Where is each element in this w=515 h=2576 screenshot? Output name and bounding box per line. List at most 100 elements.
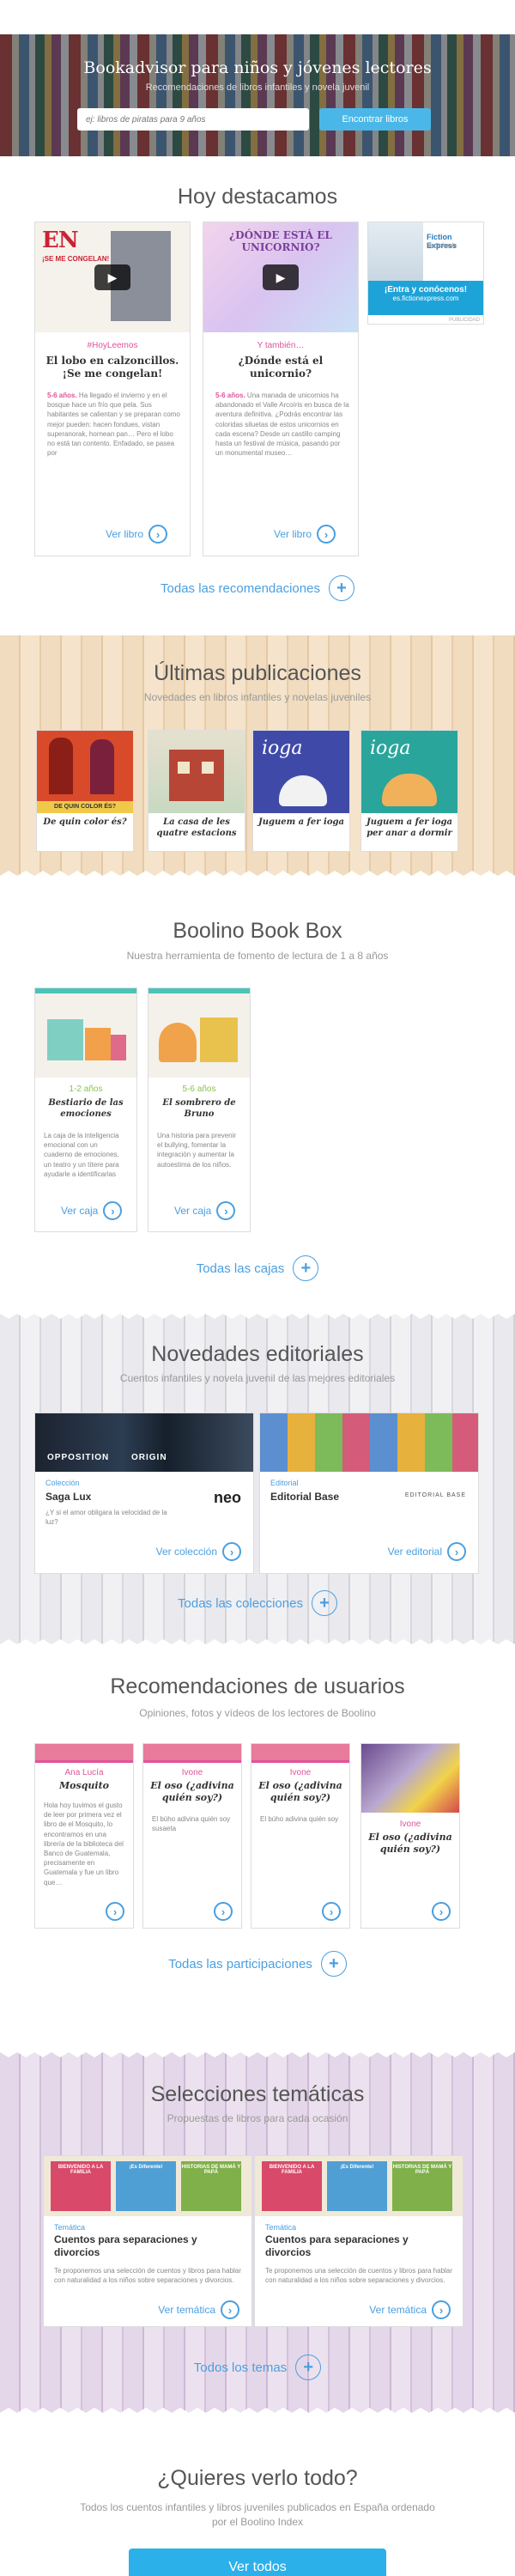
featured-title: Hoy destacamos (177, 185, 338, 209)
theme-books-image: BIENVENIDO A LA FAMILIA ¡Es Diferente! H… (255, 2156, 463, 2216)
book-cover: ioga (253, 731, 349, 813)
card-title[interactable]: El lobo en calzoncillos. ¡Se me congelan… (35, 355, 190, 380)
review-title[interactable]: Mosquito (35, 1780, 133, 1792)
theme-title[interactable]: Cuentos para separaciones y divorcios (54, 2233, 243, 2259)
ad-photo (368, 222, 423, 281)
book-card[interactable]: ioga Juguem a fer ioga (252, 730, 350, 852)
theme-title[interactable]: Cuentos para separaciones y divorcios (265, 2233, 454, 2259)
collection-image: OPPOSITION ORIGIN (35, 1413, 253, 1472)
review-user: Ivone (289, 1768, 312, 1777)
book-card[interactable]: DE QUIN COLOR ÉS? De quin color és? (36, 730, 134, 852)
zigzag-edge (0, 1309, 515, 1319)
all-collections-link[interactable]: Todas las colecciones + (0, 1590, 515, 1616)
ad-label: PUBLICIDAD (448, 318, 480, 323)
all-participations-link[interactable]: Todas las participaciones + (0, 1951, 515, 1977)
search-button[interactable]: Encontrar libros (319, 108, 431, 131)
view-theme-link[interactable]: Ver temática › (369, 2300, 451, 2319)
theme-category: Temática (265, 2223, 297, 2232)
themes-subtitle: Propuestas de libros para cada ocasión (167, 2112, 348, 2124)
ad-cta[interactable]: ¡Entra y conócenos! es.fictionexpress.co… (368, 281, 483, 315)
chevron-right-icon: › (103, 1201, 123, 1220)
view-review-link[interactable]: › (432, 1902, 451, 1921)
chevron-right-icon: › (214, 1902, 233, 1921)
zigzag-edge (0, 871, 515, 881)
user-review-card[interactable]: Ivone El oso (¿adivina quién soy?) El bú… (251, 1743, 350, 1929)
box-title[interactable]: El sombrero de Bruno (148, 1098, 250, 1120)
bookbox-card[interactable]: 5-6 años El sombrero de Bruno Una histor… (148, 987, 251, 1232)
theme-card[interactable]: BIENVENIDO A LA FAMILIA ¡Es Diferente! H… (254, 2155, 464, 2327)
latest-subtitle: Novedades en libros infantiles y novelas… (143, 691, 372, 703)
view-theme-link[interactable]: Ver temática › (158, 2300, 239, 2319)
editorial-name[interactable]: Saga Lux (45, 1491, 91, 1503)
review-user: Ivone (181, 1768, 203, 1777)
zigzag-edge (0, 2047, 515, 2057)
book-cover: EN ¡SE ME CONGELAN! ▶ (35, 222, 190, 332)
view-box-link[interactable]: Ver caja › (174, 1201, 236, 1220)
plus-icon: + (293, 1255, 319, 1281)
page: Bookadvisor para niños y jóvenes lectore… (0, 0, 515, 2576)
box-title[interactable]: Bestiario de las emociones (35, 1098, 136, 1120)
cta-subtitle: Todos los cuentos infantiles y libros ju… (80, 2501, 435, 2528)
card-description: 5-6 años. Ha llegado el invierno y en el… (47, 392, 180, 458)
book-title: Juguem a fer ioga (258, 817, 344, 827)
box-age: 1-2 años (69, 1084, 103, 1094)
review-user: Ivone (399, 1820, 421, 1829)
book-cover (148, 731, 245, 813)
user-review-card[interactable]: Ana Lucía Mosquito Hola hoy tuvimos el g… (34, 1743, 134, 1929)
play-video-button[interactable]: ▶ (94, 264, 130, 290)
view-book-link[interactable]: Ver libro › (106, 525, 168, 544)
view-collection-link[interactable]: Ver colección › (156, 1542, 241, 1561)
editorial-category: Colección (45, 1479, 80, 1487)
review-banner (143, 1744, 241, 1763)
review-title[interactable]: El oso (¿adivina quién soy?) (251, 1780, 349, 1804)
editorial-category: Editorial (270, 1479, 299, 1487)
plus-icon: + (320, 1951, 347, 1977)
featured-card[interactable]: EN ¡SE ME CONGELAN! ▶ #HoyLeemos El lobo… (34, 222, 191, 556)
featured-card[interactable]: ¿DÓNDE ESTÁ EL UNICORNIO? ▶ Y también… ¿… (203, 222, 359, 556)
editorial-card[interactable]: OPPOSITION ORIGIN Colección Saga Lux ¿Y … (34, 1413, 254, 1574)
editorial-name[interactable]: Editorial Base (270, 1491, 339, 1503)
all-boxes-link[interactable]: Todas las cajas + (0, 1255, 515, 1281)
chevron-right-icon: › (432, 2300, 451, 2319)
view-review-link[interactable]: › (214, 1902, 233, 1921)
view-review-link[interactable]: › (106, 1902, 124, 1921)
chevron-right-icon: › (221, 2300, 239, 2319)
hero-title: Bookadvisor para niños y jóvenes lectore… (83, 58, 432, 77)
view-box-link[interactable]: Ver caja › (61, 1201, 123, 1220)
users-subtitle: Opiniones, fotos y vídeos de los lectore… (139, 1707, 376, 1719)
bookbox-card[interactable]: 1-2 años Bestiario de las emociones La c… (34, 987, 137, 1232)
book-title: De quin color és? (43, 817, 127, 827)
zigzag-edge (0, 2408, 515, 2418)
publisher-logo: neo (213, 1489, 241, 1506)
ad-banner[interactable]: Fiction Express for Schools ¡Entra y con… (367, 222, 484, 325)
theme-card[interactable]: BIENVENIDO A LA FAMILIA ¡Es Diferente! H… (43, 2155, 252, 2327)
zigzag-edge (0, 1639, 515, 1649)
view-editorial-link[interactable]: Ver editorial › (388, 1542, 466, 1561)
review-title[interactable]: El oso (¿adivina quién soy?) (143, 1780, 241, 1804)
book-card[interactable]: ioga Juguem a fer ioga per anar a dormir (360, 730, 458, 852)
view-all-button[interactable]: Ver todos (129, 2549, 386, 2576)
book-card[interactable]: La casa de les quatre estacions (148, 730, 245, 852)
box-photo (35, 988, 136, 1078)
chevron-right-icon: › (148, 525, 168, 544)
review-title[interactable]: El oso (¿adivina quién soy?) (361, 1832, 459, 1856)
review-text: Hola hoy tuvimos el gusto de leer por pr… (44, 1801, 124, 1886)
publisher-logo: EDITORIAL BASE (404, 1492, 466, 1498)
review-text: El búho adivina quién soy (260, 1815, 339, 1823)
card-title[interactable]: ¿Dónde está el unicornio? (203, 355, 358, 380)
user-review-card[interactable]: Ivone El oso (¿adivina quién soy?) › (360, 1743, 460, 1929)
latest-title: Últimas publicaciones (154, 661, 361, 685)
review-banner (251, 1744, 349, 1763)
user-review-card[interactable]: Ivone El oso (¿adivina quién soy?) El bú… (142, 1743, 242, 1929)
review-banner (35, 1744, 133, 1763)
search-input[interactable] (77, 108, 309, 131)
all-themes-link[interactable]: Todos los temas + (0, 2354, 515, 2380)
view-review-link[interactable]: › (322, 1902, 341, 1921)
play-video-button[interactable]: ▶ (263, 264, 299, 290)
all-recommendations-link[interactable]: Todas las recomendaciones + (0, 575, 515, 601)
review-photo (361, 1744, 459, 1813)
box-description: Una historia para prevenir el bullying, … (157, 1132, 237, 1169)
editorial-card[interactable]: Editorial Editorial Base EDITORIAL BASE … (259, 1413, 479, 1574)
box-description: La caja de la inteligencia emocional con… (44, 1132, 119, 1178)
view-book-link[interactable]: Ver libro › (274, 525, 336, 544)
